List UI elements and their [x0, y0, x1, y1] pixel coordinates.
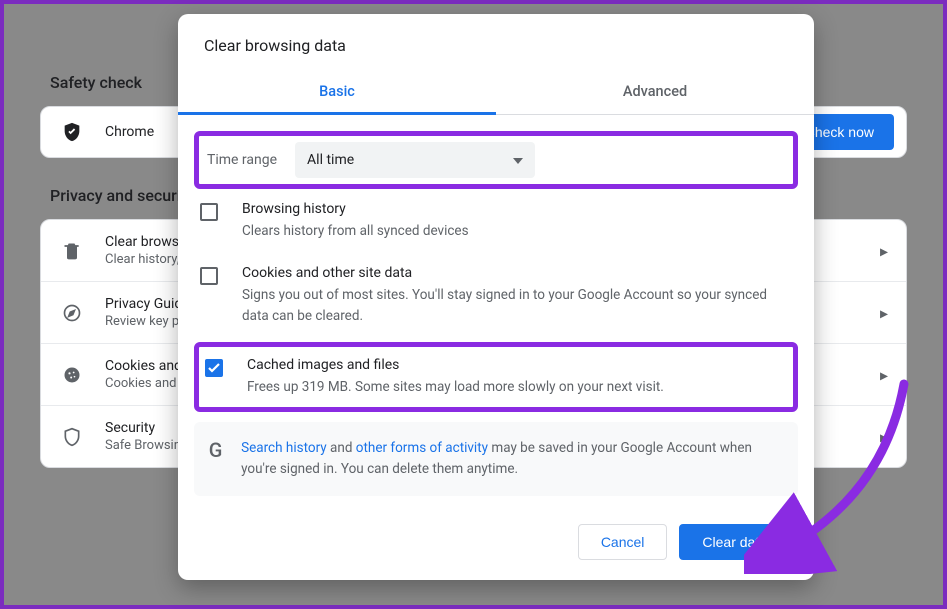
item-desc: Clears history from all synced devices: [242, 221, 792, 241]
dialog-tabs: Basic Advanced: [178, 73, 814, 115]
shield-icon: [61, 426, 83, 448]
cookie-icon: [61, 364, 83, 386]
info-text: Search history and other forms of activi…: [241, 438, 784, 480]
tab-basic[interactable]: Basic: [178, 73, 496, 115]
other-activity-link[interactable]: other forms of activity: [356, 440, 488, 456]
chevron-down-icon: [513, 152, 523, 168]
cookies-data-row: Cookies and other site data Signs you ou…: [194, 253, 798, 338]
cancel-button[interactable]: Cancel: [578, 524, 668, 560]
item-title: Browsing history: [242, 201, 792, 217]
item-title: Cookies and other site data: [242, 265, 792, 281]
cached-images-checkbox[interactable]: [205, 359, 223, 377]
cookies-checkbox[interactable]: [200, 267, 218, 285]
item-title: Cached images and files: [247, 357, 787, 373]
browsing-history-row: Browsing history Clears history from all…: [194, 189, 798, 253]
time-range-highlight: Time range All time: [194, 131, 798, 189]
google-icon: G: [208, 438, 223, 480]
cached-images-highlight: Cached images and files Frees up 319 MB.…: [194, 342, 798, 412]
item-desc: Signs you out of most sites. You'll stay…: [242, 285, 792, 326]
dialog-title: Clear browsing data: [178, 14, 814, 73]
chevron-right-icon: ▸: [880, 365, 888, 384]
chevron-right-icon: ▸: [880, 241, 888, 260]
compass-icon: [61, 302, 83, 324]
clear-data-button[interactable]: Clear data: [679, 524, 790, 560]
time-range-label: Time range: [205, 152, 287, 168]
chevron-right-icon: ▸: [880, 427, 888, 446]
browsing-history-checkbox[interactable]: [200, 203, 218, 221]
shield-check-icon: [61, 121, 83, 143]
safety-row-label: Chrome: [105, 124, 154, 140]
item-desc: Frees up 319 MB. Some sites may load mor…: [247, 377, 787, 397]
tab-advanced[interactable]: Advanced: [496, 73, 814, 114]
chevron-right-icon: ▸: [880, 303, 888, 322]
clear-browsing-data-dialog: Clear browsing data Basic Advanced Time …: [178, 14, 814, 580]
time-range-select[interactable]: All time: [295, 142, 535, 178]
time-range-value: All time: [307, 152, 354, 168]
trash-icon: [61, 240, 83, 262]
search-history-link[interactable]: Search history: [241, 440, 327, 456]
google-account-info: G Search history and other forms of acti…: [194, 422, 798, 496]
